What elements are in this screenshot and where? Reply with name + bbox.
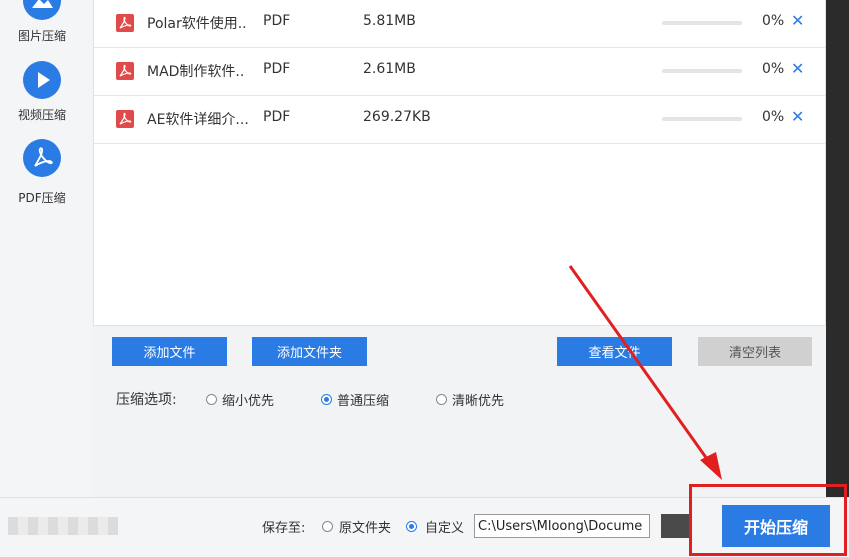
sidebar-item-pdf-compress[interactable]: PDF压缩 xyxy=(0,189,84,206)
radio-clarity-priority-label[interactable]: 清晰优先 xyxy=(452,390,504,409)
play-icon[interactable] xyxy=(23,61,61,99)
file-type: PDF xyxy=(263,13,291,29)
table-row: Polar软件使用.. PDF 5.81MB 0% ✕ xyxy=(94,0,825,48)
save-to-label: 保存至: xyxy=(262,521,306,536)
file-percent: 0% xyxy=(762,61,785,77)
close-icon[interactable]: ✕ xyxy=(791,11,804,30)
radio-original-folder-label[interactable]: 原文件夹 xyxy=(339,517,391,536)
image-icon[interactable] xyxy=(23,0,61,20)
radio-original-folder[interactable] xyxy=(322,521,333,532)
radio-normal-compress-label[interactable]: 普通压缩 xyxy=(337,390,389,409)
file-size: 269.27KB xyxy=(363,109,431,125)
file-percent: 0% xyxy=(762,13,785,29)
pdf-icon[interactable] xyxy=(23,139,61,177)
file-list: Polar软件使用.. PDF 5.81MB 0% ✕ MAD制作软件.. PD… xyxy=(93,0,826,326)
clear-list-button[interactable]: 清空列表 xyxy=(698,337,812,366)
close-icon[interactable]: ✕ xyxy=(791,107,804,126)
file-size: 2.61MB xyxy=(363,61,416,77)
table-row: AE软件详细介... PDF 269.27KB 0% ✕ xyxy=(94,96,825,144)
sidebar-item-image-compress[interactable]: 图片压缩 xyxy=(0,27,84,44)
radio-normal-compress[interactable] xyxy=(321,394,332,405)
file-type: PDF xyxy=(263,109,291,125)
add-file-button[interactable]: 添加文件 xyxy=(112,337,227,366)
add-folder-button[interactable]: 添加文件夹 xyxy=(252,337,367,366)
sidebar-item-video-compress[interactable]: 视频压缩 xyxy=(0,106,84,123)
file-name: Polar软件使用.. xyxy=(147,16,247,32)
browse-folder-button[interactable] xyxy=(661,514,691,538)
blurred-text xyxy=(8,517,118,535)
radio-custom-folder-label[interactable]: 自定义 xyxy=(425,517,464,536)
close-icon[interactable]: ✕ xyxy=(791,59,804,78)
file-name: MAD制作软件.. xyxy=(147,64,245,80)
view-file-button[interactable]: 查看文件 xyxy=(557,337,672,366)
progress-bar xyxy=(662,69,742,73)
save-path-input[interactable] xyxy=(474,514,650,538)
file-percent: 0% xyxy=(762,109,785,125)
radio-clarity-priority[interactable] xyxy=(436,394,447,405)
pdf-file-icon xyxy=(116,110,134,128)
file-size: 5.81MB xyxy=(363,13,416,29)
progress-bar xyxy=(662,117,742,121)
sidebar: 图片压缩 视频压缩 PDF压缩 xyxy=(0,0,92,497)
radio-size-priority[interactable] xyxy=(206,394,217,405)
pdf-file-icon xyxy=(116,62,134,80)
radio-size-priority-label[interactable]: 缩小优先 xyxy=(222,390,274,409)
start-compress-button[interactable]: 开始压缩 xyxy=(722,505,830,547)
table-row: MAD制作软件.. PDF 2.61MB 0% ✕ xyxy=(94,48,825,96)
progress-bar xyxy=(662,21,742,25)
file-type: PDF xyxy=(263,61,291,77)
pdf-file-icon xyxy=(116,14,134,32)
window-edge xyxy=(826,0,849,557)
compress-options-label: 压缩选项: xyxy=(116,392,177,408)
file-name: AE软件详细介... xyxy=(147,112,249,128)
radio-custom-folder[interactable] xyxy=(406,521,417,532)
